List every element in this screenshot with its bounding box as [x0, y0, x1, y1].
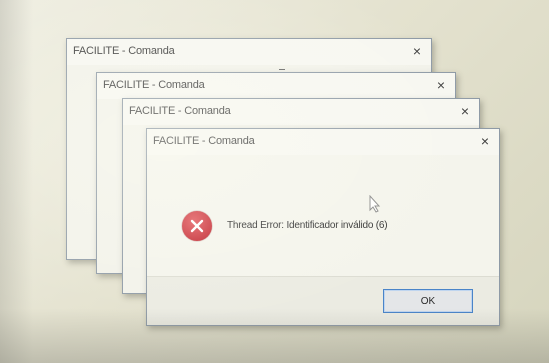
minimize-icon[interactable] [279, 69, 285, 70]
dialog-button-bar: OK [147, 276, 499, 325]
dialog-title: FACILITE - Comanda [129, 105, 231, 117]
mouse-cursor-icon [369, 195, 381, 213]
dialog-titlebar: FACILITE - Comanda × [123, 99, 479, 125]
dialog-title: FACILITE - Comanda [103, 79, 205, 91]
close-button[interactable]: × [413, 43, 421, 59]
error-dialog: FACILITE - Comanda × Thread Error: Ident… [146, 128, 500, 326]
dialog-titlebar: FACILITE - Comanda × [97, 73, 455, 99]
dialog-titlebar: FACILITE - Comanda × [67, 39, 431, 70]
dialog-titlebar: FACILITE - Comanda × [147, 129, 499, 155]
close-button[interactable]: × [481, 133, 489, 149]
error-icon [182, 211, 212, 241]
close-button[interactable]: × [437, 77, 445, 93]
dialog-body: Thread Error: Identificador inválido (6)… [147, 155, 499, 325]
dialog-title: FACILITE - Comanda [153, 135, 255, 147]
close-button[interactable]: × [461, 103, 469, 119]
desktop-background: { "dialogs": [ { "title": "FACILITE - Co… [0, 0, 549, 363]
dialog-title: FACILITE - Comanda [73, 45, 175, 57]
ok-button[interactable]: OK [383, 289, 473, 313]
error-message: Thread Error: Identificador inválido (6) [227, 220, 388, 231]
